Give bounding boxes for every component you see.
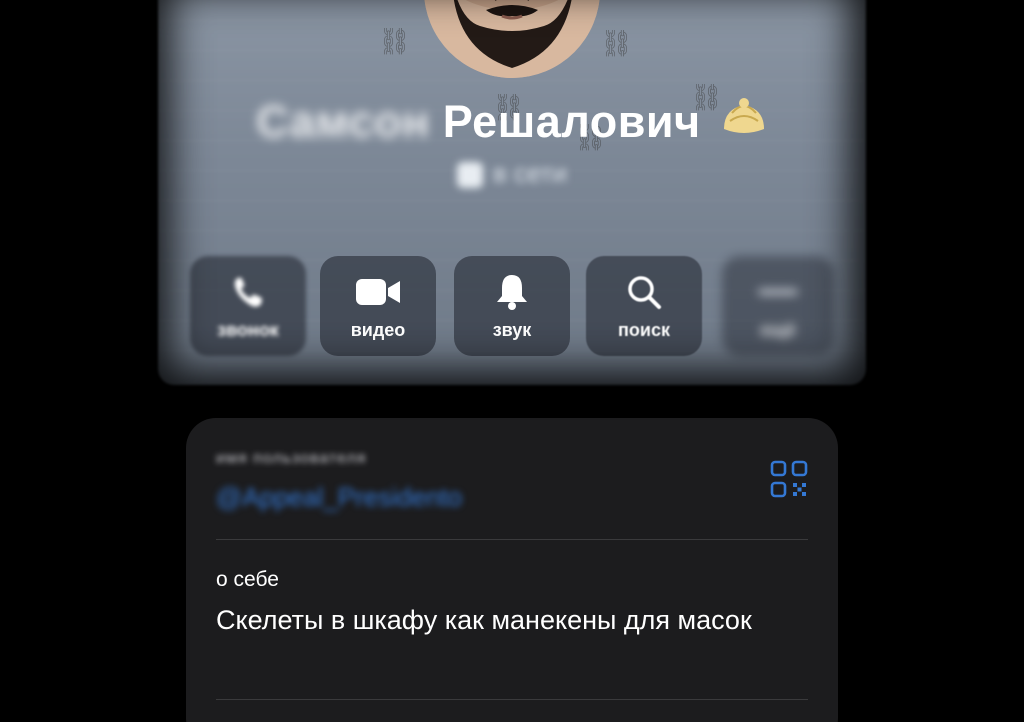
username-label: имя пользователя — [216, 450, 367, 467]
online-status: в сети — [0, 158, 1024, 189]
first-name: Самсон — [256, 96, 430, 147]
username-link[interactable]: @Appeal_Presidento — [216, 482, 462, 513]
sound-button[interactable]: звук — [454, 256, 570, 356]
qr-code-icon[interactable] — [770, 460, 808, 498]
divider — [216, 699, 808, 700]
last-name: Решалович — [442, 96, 701, 147]
search-label: поиск — [618, 320, 670, 340]
screen: ⛓ ⛓ ⛓ ⛓ ⛓ Самсон Решалович в сети звонок… — [0, 0, 1024, 722]
dumpling-icon — [720, 93, 768, 150]
bell-icon — [454, 272, 570, 312]
call-label: звонок — [217, 320, 279, 340]
info-card: имя пользователя @Appeal_Presidento о се… — [186, 418, 838, 722]
status-emoji-icon — [456, 162, 483, 189]
status-text: в сети — [492, 158, 568, 188]
search-icon — [586, 272, 702, 312]
more-icon — [722, 272, 834, 312]
more-label: ещё — [760, 320, 796, 340]
search-button[interactable]: поиск — [586, 256, 702, 356]
sound-label: звук — [492, 320, 532, 340]
handcuffs-pattern-icon: ⛓ — [600, 28, 634, 58]
about-label: о себе — [216, 568, 279, 591]
handcuffs-pattern-icon: ⛓ — [378, 26, 412, 56]
phone-icon — [190, 272, 306, 312]
call-button[interactable]: звонок — [190, 256, 306, 356]
video-camera-icon — [320, 272, 436, 312]
about-text: Скелеты в шкафу как манекены для масок — [216, 605, 752, 635]
video-label: видео — [350, 320, 406, 340]
video-button[interactable]: видео — [320, 256, 436, 356]
profile-name: Самсон Решалович — [0, 96, 1024, 150]
divider — [216, 539, 808, 540]
more-button[interactable]: ещё — [722, 256, 834, 356]
